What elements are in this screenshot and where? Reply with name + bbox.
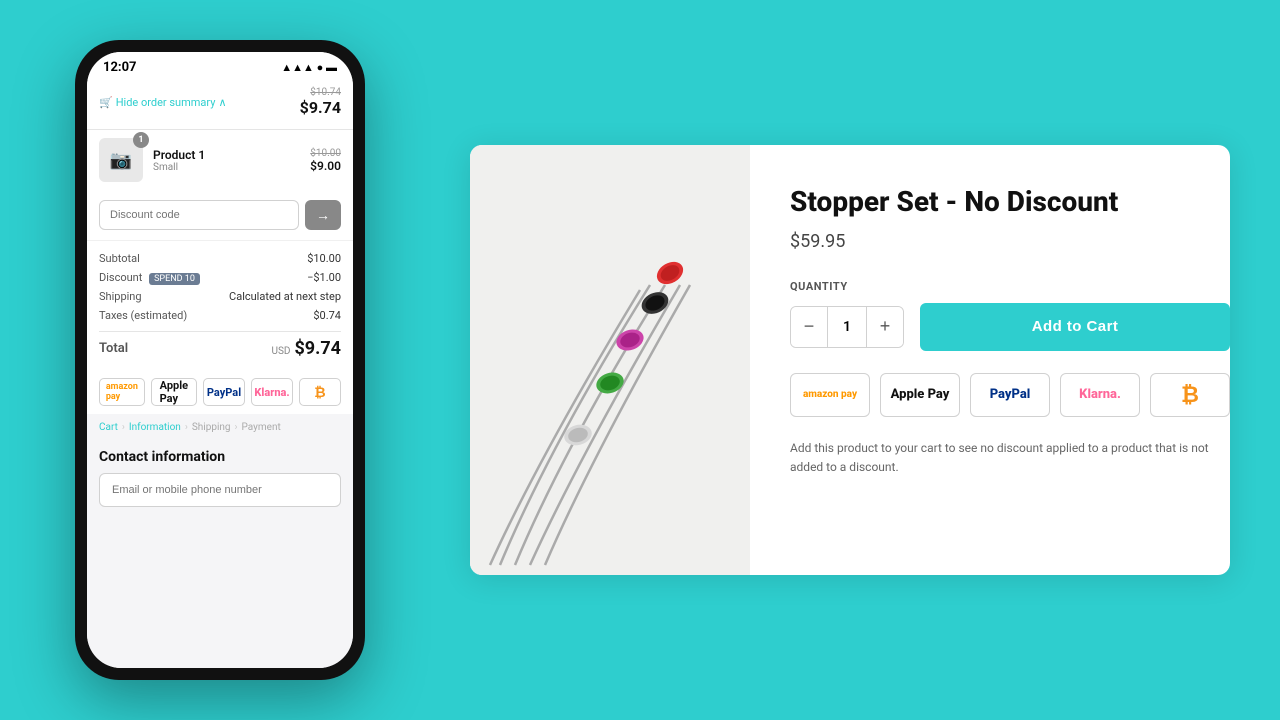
status-icons: ▲▲▲ ● ▬ [281,61,337,74]
taxes-label: Taxes (estimated) [99,309,187,322]
product-image-wrap: 📷 1 [99,138,143,182]
quantity-value: 1 [827,307,867,347]
total-row: Total USD $9.74 [99,331,341,362]
quantity-row: − 1 + Add to Cart [790,303,1230,351]
product-card-content: Stopper Set - No Discount $59.95 QUANTIT… [750,145,1230,575]
breadcrumb-sep-2: › [185,422,188,433]
order-summary-section: 🛒 Hide order summary ∧ $10.74 $9.74 [87,79,353,130]
amazon-pay-icon[interactable]: amazon pay [99,378,145,406]
status-time: 12:07 [103,60,137,75]
payment-row-large: amazon pay Apple Pay PayPal Klarna. ₿ [790,373,1230,417]
breadcrumb-cart[interactable]: Cart [99,422,118,433]
breadcrumb-sep-1: › [122,422,125,433]
product-card-image [470,145,750,575]
apple-pay-icon-large[interactable]: Apple Pay [880,373,960,417]
discount-submit-button[interactable]: → [305,200,341,230]
total-currency: USD [271,346,290,357]
breadcrumb-shipping: Shipping [192,422,231,433]
product-card: Stopper Set - No Discount $59.95 QUANTIT… [470,145,1230,575]
breadcrumb: Cart › Information › Shipping › Payment [87,414,353,441]
total-value: USD $9.74 [271,338,341,359]
product-title: Stopper Set - No Discount [790,185,1230,219]
product-info: Product 1 Small [153,148,300,173]
phone-screen: 12:07 ▲▲▲ ● ▬ 🛒 Hide order summary ∧ $10… [87,52,353,668]
breadcrumb-sep-3: › [235,422,238,433]
shipping-label: Shipping [99,290,142,303]
chevron-up-icon: ∧ [218,96,226,109]
breadcrumb-payment: Payment [242,422,281,433]
paypal-icon[interactable]: PayPal [203,378,245,406]
cart-icon: 🛒 [99,96,113,109]
price-main: $9.74 [300,98,341,117]
product-price-new: $9.00 [310,159,341,173]
klarna-icon[interactable]: Klarna. [251,378,293,406]
product-badge: 1 [133,132,149,148]
total-amount: $9.74 [294,338,341,359]
taxes-value: $0.74 [313,309,341,322]
taxes-row: Taxes (estimated) $0.74 [99,306,341,325]
contact-section: Contact information [87,441,353,668]
subtotal-value: $10.00 [307,252,341,265]
product-name: Product 1 [153,148,300,162]
subtotal-row: Subtotal $10.00 [99,249,341,268]
quantity-label: QUANTITY [790,280,1230,293]
price-strikethrough: $10.74 [300,87,341,98]
shipping-value: Calculated at next step [229,290,341,303]
discount-label: Discount SPEND 10 [99,271,200,284]
product-price-old: $10.00 [310,148,341,159]
contact-title: Contact information [99,449,341,465]
product-description: Add this product to your cart to see no … [790,439,1230,477]
apple-pay-icon[interactable]: Apple Pay [151,378,197,406]
breadcrumb-information[interactable]: Information [129,422,181,433]
product-price: $59.95 [790,231,1230,252]
discount-value: −$1.00 [307,271,341,284]
order-prices: $10.74 $9.74 [300,87,341,117]
hide-order-summary[interactable]: 🛒 Hide order summary ∧ [99,96,227,109]
product-variant: Small [153,162,300,173]
total-label: Total [99,341,128,356]
discount-input[interactable] [99,200,299,230]
phone-mockup: 12:07 ▲▲▲ ● ▬ 🛒 Hide order summary ∧ $10… [75,40,365,680]
bitcoin-icon-large[interactable]: ₿ [1150,373,1230,417]
discount-row: Discount SPEND 10 −$1.00 [99,268,341,287]
bitcoin-icon[interactable]: ₿ [299,378,341,406]
quantity-increase-button[interactable]: + [867,307,903,347]
stoppers-svg [470,145,750,575]
quantity-control: − 1 + [790,306,904,348]
product-prices: $10.00 $9.00 [310,148,341,173]
shipping-row: Shipping Calculated at next step [99,287,341,306]
order-totals: Subtotal $10.00 Discount SPEND 10 −$1.00… [87,240,353,370]
klarna-icon-large[interactable]: Klarna. [1060,373,1140,417]
amazon-pay-icon-large[interactable]: amazon pay [790,373,870,417]
product-item: 📷 1 Product 1 Small $10.00 $9.00 [87,130,353,190]
discount-tag: SPEND 10 [149,273,200,285]
contact-input[interactable] [99,473,341,507]
subtotal-label: Subtotal [99,252,140,265]
add-to-cart-button[interactable]: Add to Cart [920,303,1230,351]
discount-section: → [87,190,353,240]
quantity-decrease-button[interactable]: − [791,307,827,347]
paypal-icon-large[interactable]: PayPal [970,373,1050,417]
payment-icons-row: amazon pay Apple Pay PayPal Klarna. ₿ [87,370,353,414]
status-bar: 12:07 ▲▲▲ ● ▬ [87,52,353,79]
